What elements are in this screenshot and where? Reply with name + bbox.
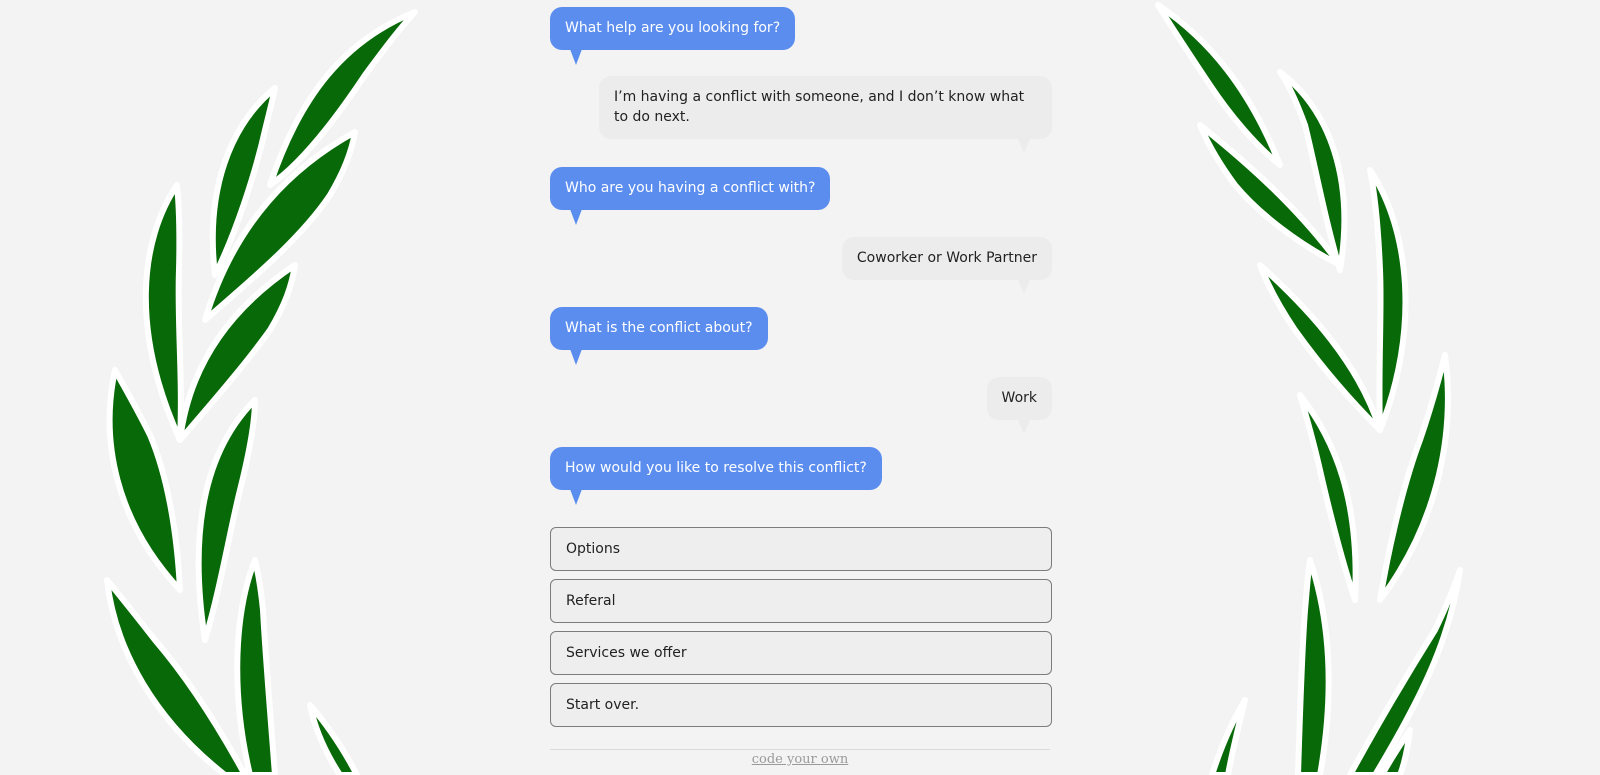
- user-message-text: I’m having a conflict with someone, and …: [614, 89, 1025, 125]
- user-message-text: Coworker or Work Partner: [856, 250, 1037, 266]
- user-message: Coworker or Work Partner: [841, 237, 1052, 294]
- bot-message-text: What help are you looking for?: [565, 20, 781, 36]
- option-services-button[interactable]: Services we offer: [550, 631, 1052, 675]
- bot-message-text: What is the conflict about?: [565, 320, 753, 336]
- user-message: Work: [986, 377, 1052, 434]
- code-your-own-link[interactable]: code your own: [550, 752, 1050, 767]
- user-message-text: Work: [1001, 390, 1037, 406]
- bot-message: What is the conflict about?: [550, 307, 768, 365]
- user-message: I’m having a conflict with someone, and …: [599, 76, 1052, 153]
- bot-message-text: How would you like to resolve this confl…: [565, 460, 867, 476]
- option-start-over-button[interactable]: Start over.: [550, 683, 1052, 727]
- option-referal-button[interactable]: Referal: [550, 579, 1052, 623]
- laurel-right-icon: [1155, 2, 1463, 775]
- bot-message-text: Who are you having a conflict with?: [565, 180, 816, 196]
- bot-message: What help are you looking for?: [550, 7, 796, 65]
- laurel-left-icon: [104, 9, 418, 775]
- page: What help are you looking for? I’m havin…: [0, 0, 1600, 775]
- bot-message: Who are you having a conflict with?: [550, 167, 831, 225]
- footer-divider: [550, 749, 1050, 750]
- bot-message: How would you like to resolve this confl…: [550, 447, 882, 505]
- option-options-button[interactable]: Options: [550, 527, 1052, 571]
